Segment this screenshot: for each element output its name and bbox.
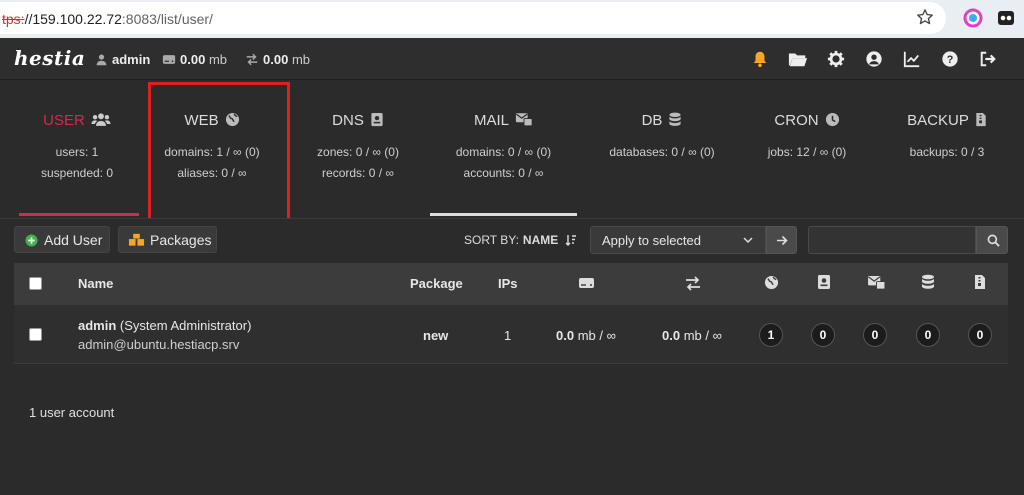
backup-file-icon [975, 275, 985, 289]
table-header: Name Package IPs [14, 263, 1008, 305]
packages-boxes-icon [128, 233, 145, 246]
tab-db[interactable]: DB databases: 0 / ∞ (0) [587, 80, 737, 218]
address-bar[interactable]: tps://159.100.22.72:8083/list/user/ [0, 2, 946, 34]
tab-dns[interactable]: DNS zones: 0 / ∞ (0) records: 0 / ∞ [288, 80, 428, 218]
svg-text:?: ? [947, 54, 954, 66]
header-bandwidth-usage: 0.00 mb [245, 52, 310, 67]
header-user[interactable]: admin [95, 52, 150, 67]
user-icon [96, 54, 107, 66]
tab-cron[interactable]: CRON jobs: 12 / ∞ (0) [737, 80, 877, 218]
package-column-header[interactable]: Package [410, 276, 463, 291]
users-icon [91, 113, 111, 126]
tab-web[interactable]: WEB domains: 1 / ∞ (0) aliases: 0 / ∞ [140, 80, 284, 218]
name-column-header[interactable]: Name [78, 276, 113, 291]
backup-count-badge: 0 [968, 323, 992, 347]
add-user-button[interactable]: Add User [14, 226, 110, 253]
file-archive-icon [976, 112, 986, 127]
arrow-right-icon [777, 235, 788, 246]
hdd-icon [162, 55, 176, 64]
mail-count-badge: 0 [863, 323, 887, 347]
color-extension-icon[interactable] [963, 8, 983, 28]
user-email: admin@ubuntu.hestiacp.srv [78, 337, 240, 352]
notifications-bell-icon[interactable] [751, 50, 769, 68]
select-all-checkbox[interactable] [29, 277, 42, 290]
database-icon [922, 274, 934, 289]
help-question-icon[interactable]: ? [941, 50, 959, 68]
list-toolbar: Add User Packages SORT BY: NAME Apply to … [0, 218, 1024, 263]
sort-by-control[interactable]: SORT BY: NAME [464, 233, 577, 247]
url-text[interactable]: tps://159.100.22.72:8083/list/user/ [2, 11, 213, 27]
mail-icon [868, 275, 886, 290]
disk-hdd-icon [579, 278, 594, 288]
ips-cell: 1 [504, 328, 512, 343]
user-name-cell[interactable]: admin (System Administrator) [78, 318, 251, 333]
bookmark-star-icon[interactable] [916, 8, 934, 26]
disk-usage-cell: 0.0 mb / ∞ [556, 328, 616, 343]
ips-column-header[interactable]: IPs [498, 276, 518, 291]
mail-icon [515, 113, 533, 127]
settings-gear-icon[interactable] [827, 50, 845, 68]
search-icon [987, 234, 1000, 247]
database-icon [669, 112, 682, 126]
apply-action-button[interactable] [766, 226, 797, 254]
bulk-action-select[interactable]: Apply to selected [590, 226, 766, 254]
resource-tabs: USER users: 1 suspended: 0 WEB domains: … [0, 80, 1024, 218]
clock-icon [825, 112, 839, 127]
web-count-badge: 1 [759, 323, 783, 347]
dns-book-icon [371, 112, 383, 127]
hestia-logo[interactable]: hestia [14, 46, 85, 70]
table-row[interactable]: admin (System Administrator) admin@ubunt… [14, 305, 1008, 364]
logout-icon[interactable] [979, 50, 997, 68]
bandwidth-exchange-icon [686, 276, 700, 291]
package-cell[interactable]: new [423, 328, 448, 343]
bandwidth-usage-cell: 0.0 mb / ∞ [662, 328, 722, 343]
tab-mail[interactable]: MAIL domains: 0 / ∞ (0) accounts: 0 / ∞ [430, 80, 577, 218]
sort-order-icon [565, 235, 576, 246]
chevron-down-icon [743, 237, 753, 244]
file-manager-folder-icon[interactable] [788, 50, 808, 68]
statistics-chart-icon[interactable] [903, 50, 921, 68]
search-input[interactable] [808, 226, 976, 254]
extension-icon[interactable] [996, 8, 1016, 28]
db-count-badge: 0 [916, 323, 940, 347]
tab-user[interactable]: USER users: 1 suspended: 0 [14, 80, 140, 218]
exchange-icon [246, 53, 258, 66]
app-header: hestia admin 0.00 mb 0.00 mb ? [0, 38, 1024, 80]
dns-count-badge: 0 [811, 323, 835, 347]
web-globe-icon [764, 275, 779, 290]
row-select-checkbox[interactable] [29, 328, 42, 341]
packages-button[interactable]: Packages [118, 226, 217, 253]
browser-toolbar: tps://159.100.22.72:8083/list/user/ [0, 0, 1024, 38]
dns-book-icon [818, 275, 830, 289]
header-disk-usage: 0.00 mb [162, 52, 227, 67]
globe-icon [225, 112, 239, 127]
search-button[interactable] [976, 226, 1008, 254]
plus-circle-icon [25, 234, 38, 247]
active-tab-indicator [19, 213, 139, 216]
account-circle-icon[interactable] [865, 50, 883, 68]
user-count-summary: 1 user account [29, 405, 115, 420]
tab-backup[interactable]: BACKUP backups: 0 / 3 [877, 80, 1017, 218]
hover-tab-indicator [430, 213, 577, 216]
